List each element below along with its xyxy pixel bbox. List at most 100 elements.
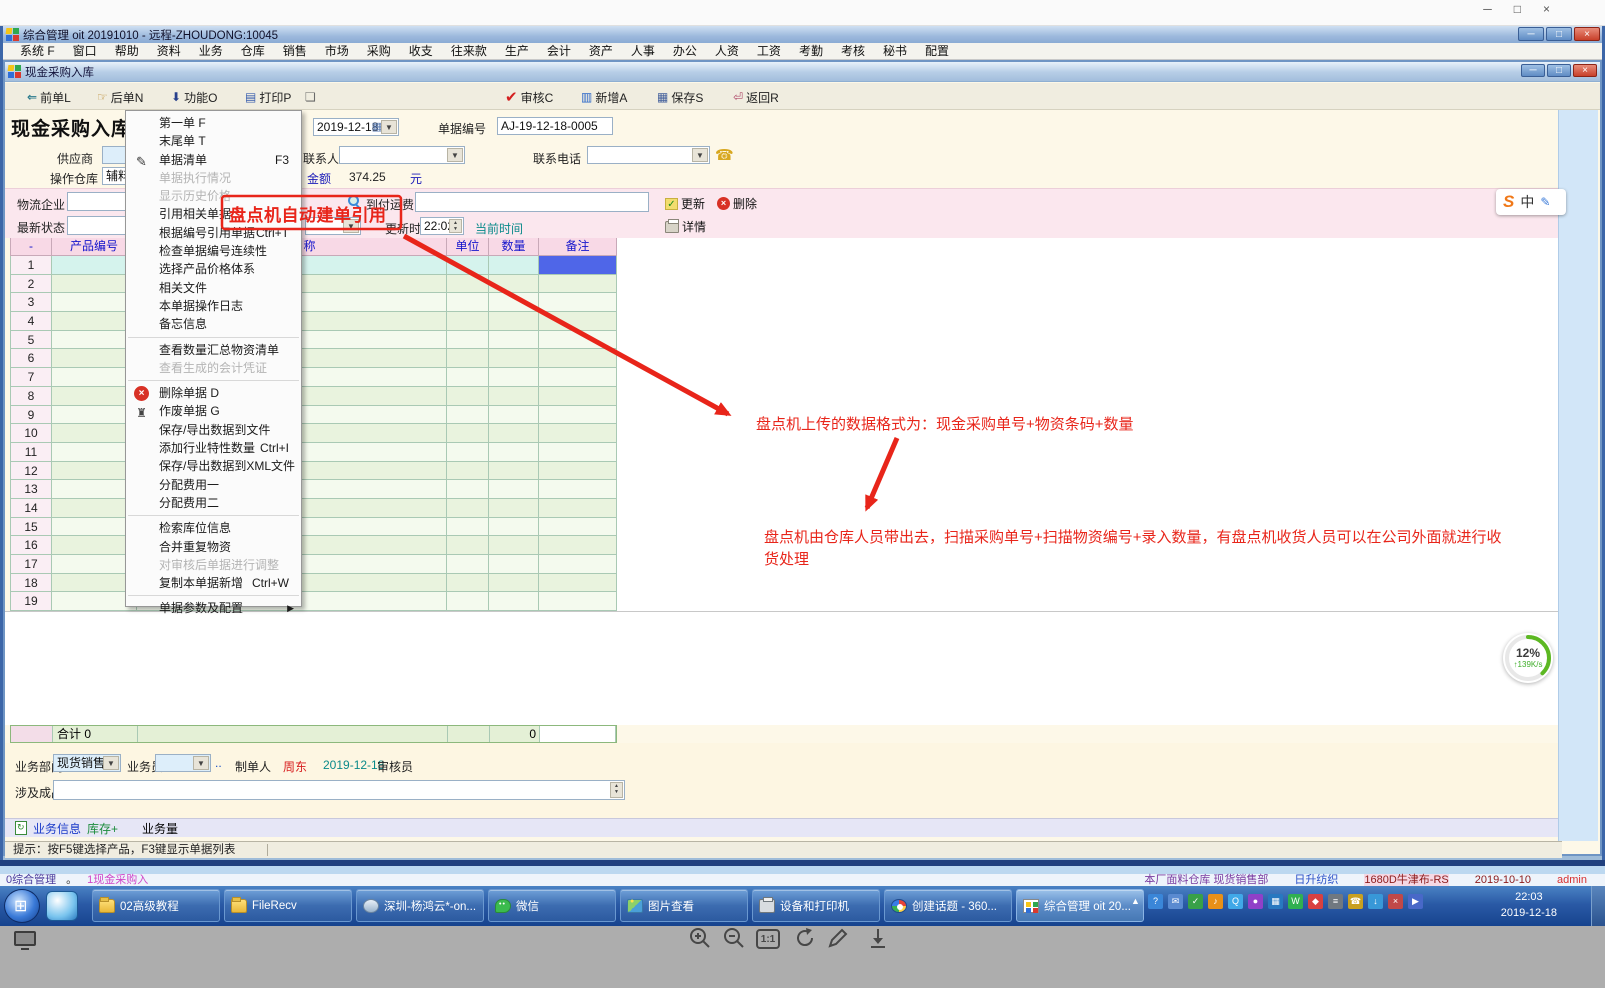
contact-combo[interactable] <box>339 146 465 164</box>
table-row[interactable]: 6 <box>10 349 617 368</box>
ime-pen-icon[interactable]: ✎ <box>1540 195 1550 209</box>
volume-link[interactable]: 业务量 <box>142 820 178 837</box>
menubar-item-资料[interactable]: 资料 <box>148 43 190 59</box>
table-row[interactable]: 4 <box>10 312 617 331</box>
qty-cell[interactable] <box>489 312 539 331</box>
menu-item-分配费用一[interactable]: 分配费用一 <box>126 476 301 494</box>
unit-cell[interactable] <box>447 331 489 350</box>
child-minimize-button[interactable]: ─ <box>1521 64 1545 77</box>
menubar-item-窗口[interactable]: 窗口 <box>64 43 106 59</box>
row-number-cell[interactable]: 7 <box>10 368 52 387</box>
note-cell[interactable] <box>539 387 617 406</box>
tray-alert-icon[interactable]: ◆ <box>1308 894 1323 909</box>
tray-wechat-icon[interactable]: W <box>1288 894 1303 909</box>
doc-no-field[interactable]: AJ-19-12-18-0005 <box>497 117 613 135</box>
table-row[interactable]: 7 <box>10 368 617 387</box>
table-row[interactable]: 5 <box>10 331 617 350</box>
menubar-item-人事[interactable]: 人事 <box>622 43 664 59</box>
qty-cell[interactable] <box>489 536 539 555</box>
clerk-combo[interactable] <box>155 754 211 772</box>
tray-stop-icon[interactable]: × <box>1388 894 1403 909</box>
product-field[interactable] <box>53 780 625 800</box>
print-button[interactable]: 打印P <box>245 88 291 106</box>
note-cell[interactable] <box>539 592 617 611</box>
show-desktop-button[interactable] <box>1591 886 1605 926</box>
table-row[interactable]: 15 <box>10 518 617 537</box>
items-grid[interactable]: -产品编号产品名称单位数量备注1234567891011121314151617… <box>10 238 617 611</box>
menubar-item-工资[interactable]: 工资 <box>748 43 790 59</box>
note-cell-selected[interactable] <box>539 256 617 275</box>
table-row[interactable]: 16 <box>10 536 617 555</box>
menubar-item-市场[interactable]: 市场 <box>316 43 358 59</box>
functions-button[interactable]: 功能O <box>171 88 217 106</box>
menu-item-备忘信息[interactable]: 备忘信息 <box>126 315 301 333</box>
unit-cell[interactable] <box>447 592 489 611</box>
taskbar-button-browser[interactable]: 创建话题 - 360... <box>884 889 1012 922</box>
table-row[interactable]: 11 <box>10 443 617 462</box>
row-number-cell[interactable]: 8 <box>10 387 52 406</box>
doc-tab[interactable]: 。 <box>66 874 77 886</box>
grid-header-cell[interactable]: - <box>10 238 52 256</box>
menu-item-检查单据编号连续性[interactable]: 检查单据编号连续性 <box>126 242 301 260</box>
qty-cell[interactable] <box>489 368 539 387</box>
menu-item-单据清单[interactable]: 单据清单F3 <box>126 151 301 169</box>
unit-cell[interactable] <box>447 424 489 443</box>
tray-download-icon[interactable]: ↓ <box>1368 894 1383 909</box>
zoom-out-icon[interactable] <box>722 926 748 952</box>
menu-item-单据参数及配置[interactable]: 单据参数及配置▶ <box>126 599 301 617</box>
start-button[interactable] <box>4 889 40 923</box>
browser-launcher-icon[interactable] <box>46 891 78 921</box>
menu-item-删除单据D[interactable]: 删除单据 D <box>126 384 301 402</box>
note-cell[interactable] <box>539 331 617 350</box>
row-number-cell[interactable]: 4 <box>10 312 52 331</box>
qty-cell[interactable] <box>489 499 539 518</box>
qty-cell[interactable] <box>489 555 539 574</box>
unit-cell[interactable] <box>447 536 489 555</box>
menubar-item-采购[interactable]: 采购 <box>358 43 400 59</box>
menu-item-合并重复物资[interactable]: 合并重复物资 <box>126 538 301 556</box>
qty-cell[interactable] <box>489 424 539 443</box>
row-number-cell[interactable]: 15 <box>10 518 52 537</box>
menubar-item-办公[interactable]: 办公 <box>664 43 706 59</box>
table-row[interactable]: 12 <box>10 462 617 481</box>
doc-tab[interactable]: 1现金采购入 <box>87 874 148 886</box>
menu-item-本单据操作日志[interactable]: 本单据操作日志 <box>126 297 301 315</box>
note-cell[interactable] <box>539 555 617 574</box>
note-cell[interactable] <box>539 462 617 481</box>
menubar-item-收支[interactable]: 收支 <box>400 43 442 59</box>
menubar-item-人资[interactable]: 人资 <box>706 43 748 59</box>
note-cell[interactable] <box>539 443 617 462</box>
unit-cell[interactable] <box>447 480 489 499</box>
tray-phone-icon[interactable]: ☎ <box>1348 894 1363 909</box>
taskbar-button-folder[interactable]: 02高级教程 <box>92 889 220 922</box>
note-cell[interactable] <box>539 349 617 368</box>
tray-help-icon[interactable]: ? <box>1148 894 1163 909</box>
table-row[interactable]: 14 <box>10 499 617 518</box>
unit-cell[interactable] <box>447 349 489 368</box>
note-cell[interactable] <box>539 480 617 499</box>
doc-tab[interactable]: 0综合管理 <box>6 874 56 886</box>
note-cell[interactable] <box>539 499 617 518</box>
qty-cell[interactable] <box>489 293 539 312</box>
row-number-cell[interactable]: 13 <box>10 480 52 499</box>
taskbar-button-photo[interactable]: 图片查看 <box>620 889 748 922</box>
tray-security-icon[interactable]: ✓ <box>1188 894 1203 909</box>
next-doc-button[interactable]: 后单N <box>97 88 143 106</box>
qty-cell[interactable] <box>489 574 539 593</box>
ime-mode-indicator[interactable]: 中 <box>1520 192 1534 212</box>
unit-cell[interactable] <box>447 462 489 481</box>
prev-doc-button[interactable]: 前单L <box>27 88 71 106</box>
grid-header-cell[interactable]: 数量 <box>489 238 539 256</box>
menu-item-作废单据G[interactable]: 作废单据 G <box>126 402 301 420</box>
clerk-more-button[interactable]: .. <box>215 756 222 770</box>
unit-cell[interactable] <box>447 499 489 518</box>
add-button[interactable]: 新增A <box>581 88 627 106</box>
row-number-cell[interactable]: 19 <box>10 592 52 611</box>
qty-cell[interactable] <box>489 331 539 350</box>
network-speed-widget[interactable]: 12% ↑139K/s <box>1503 633 1553 683</box>
ime-bar[interactable]: S 中 ✎ <box>1496 189 1566 215</box>
tray-expand-icon[interactable]: ▲ <box>1128 894 1143 909</box>
app-titlebar[interactable]: 综合管理 oit 20191010 - 远程-ZHOUDONG:10045 ─ … <box>3 26 1602 43</box>
menu-item-保存导出数据到文件[interactable]: 保存/导出数据到文件 <box>126 421 301 439</box>
menubar-item-秘书[interactable]: 秘书 <box>874 43 916 59</box>
